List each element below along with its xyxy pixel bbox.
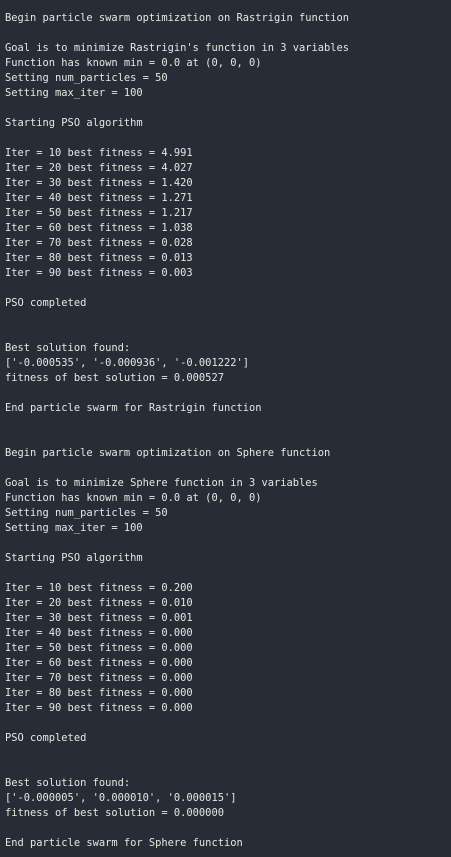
console-line: Best solution found: (5, 342, 131, 354)
console-line: ['-0.000535', '-0.000936', '-0.001222'] (5, 357, 249, 369)
console-line: Iter = 30 best fitness = 0.001 (5, 612, 193, 624)
console-line: Iter = 40 best fitness = 0.000 (5, 627, 193, 639)
console-line: Function has known min = 0.0 at (0, 0, 0… (5, 492, 262, 504)
console-line: Iter = 90 best fitness = 0.000 (5, 702, 193, 714)
console-line: Iter = 50 best fitness = 1.217 (5, 207, 193, 219)
console-line: End particle swarm for Rastrigin functio… (5, 402, 262, 414)
console-line: fitness of best solution = 0.000000 (5, 807, 224, 819)
console-line: End particle swarm for Sphere function (5, 837, 243, 849)
console-line: Iter = 60 best fitness = 0.000 (5, 657, 193, 669)
console-line: Iter = 70 best fitness = 0.028 (5, 237, 193, 249)
console-line: Best solution found: (5, 777, 131, 789)
console-line: Iter = 50 best fitness = 0.000 (5, 642, 193, 654)
console-line: PSO completed (5, 297, 87, 309)
console-line: Goal is to minimize Sphere function in 3… (5, 477, 318, 489)
console-line: PSO completed (5, 732, 87, 744)
console-line: Starting PSO algorithm (5, 117, 143, 129)
console-line: Setting max_iter = 100 (5, 522, 143, 534)
console-line: Goal is to minimize Rastrigin's function… (5, 42, 350, 54)
console-line: Iter = 10 best fitness = 0.200 (5, 582, 193, 594)
console-line: Iter = 20 best fitness = 4.027 (5, 162, 193, 174)
console-line: Iter = 20 best fitness = 0.010 (5, 597, 193, 609)
console-line: Begin particle swarm optimization on Ras… (5, 12, 350, 24)
console-line: Iter = 80 best fitness = 0.000 (5, 687, 193, 699)
console-line: fitness of best solution = 0.000527 (5, 372, 224, 384)
console-line: Begin particle swarm optimization on Sph… (5, 447, 331, 459)
console-line: Setting num_particles = 50 (5, 507, 168, 519)
console-line: Starting PSO algorithm (5, 552, 143, 564)
console-line: Iter = 30 best fitness = 1.420 (5, 177, 193, 189)
console-line: Setting num_particles = 50 (5, 72, 168, 84)
console-output: Begin particle swarm optimization on Ras… (0, 0, 451, 857)
console-line: Iter = 70 best fitness = 0.000 (5, 672, 193, 684)
console-line: Iter = 60 best fitness = 1.038 (5, 222, 193, 234)
console-line: Function has known min = 0.0 at (0, 0, 0… (5, 57, 262, 69)
console-line: Iter = 80 best fitness = 0.013 (5, 252, 193, 264)
console-line: Iter = 90 best fitness = 0.003 (5, 267, 193, 279)
console-line: Iter = 40 best fitness = 1.271 (5, 192, 193, 204)
console-line: ['-0.000005', '0.000010', '0.000015'] (5, 792, 237, 804)
console-line: Iter = 10 best fitness = 4.991 (5, 147, 193, 159)
console-line: Setting max_iter = 100 (5, 87, 143, 99)
